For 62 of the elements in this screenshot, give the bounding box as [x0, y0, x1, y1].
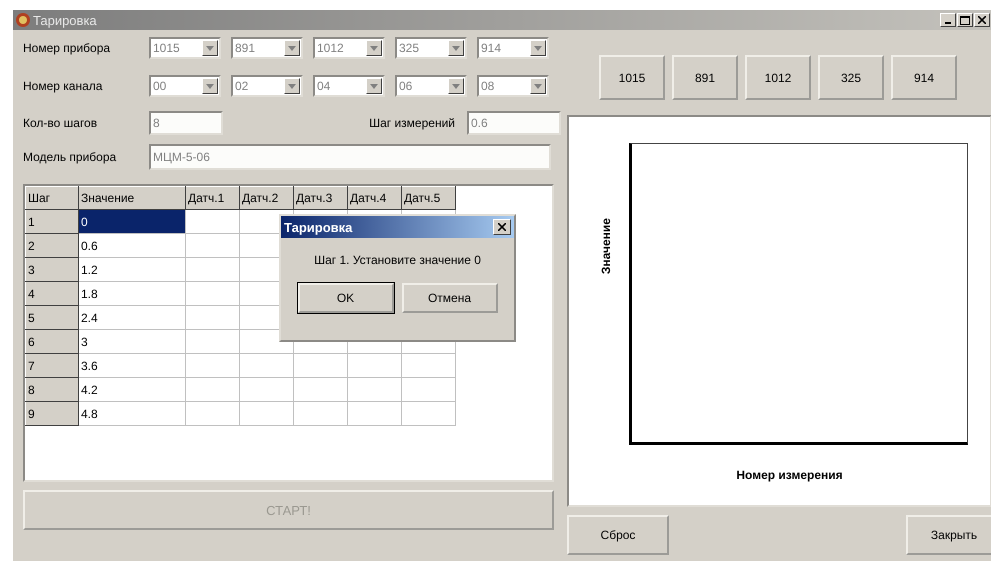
dropdown[interactable]: 08 [477, 75, 549, 97]
maximize-icon [960, 16, 970, 24]
field-label: Номер прибора [23, 41, 112, 55]
dropdown[interactable]: 891 [231, 37, 303, 59]
column-header[interactable]: Датч.2 [240, 186, 294, 210]
close-button[interactable] [974, 13, 990, 27]
device-button[interactable]: 1012 [745, 55, 811, 100]
field-label: Шаг измерений [369, 116, 455, 130]
table-cell[interactable]: 0.6 [78, 234, 186, 258]
device-button[interactable]: 914 [891, 55, 957, 100]
table-cell[interactable]: 1.8 [78, 282, 186, 306]
close-button[interactable]: Закрыть [906, 515, 991, 555]
row-header: 6 [26, 330, 78, 354]
dialog-title: Тарировка [284, 220, 352, 234]
dropdown[interactable]: 06 [395, 75, 467, 97]
device-button[interactable]: 325 [818, 55, 884, 100]
column-header[interactable]: Датч.5 [402, 186, 456, 210]
column-header[interactable]: Шаг [26, 186, 78, 210]
field-label: Модель прибора [23, 150, 118, 164]
column-header[interactable]: Датч.4 [348, 186, 402, 210]
row-header: 9 [26, 402, 78, 426]
row-header: 7 [26, 354, 78, 378]
minimize-button[interactable] [940, 13, 956, 27]
dropdown[interactable]: 325 [395, 37, 467, 59]
row-header: 3 [26, 258, 78, 282]
dialog-message: Шаг 1. Установите значение 0 [313, 253, 482, 267]
x-axis-label: Номер измерения [736, 468, 843, 482]
dropdown[interactable]: 1012 [313, 37, 385, 59]
dropdown[interactable]: 1015 [149, 37, 221, 59]
window-title: Тарировка [33, 12, 98, 28]
table-cell[interactable]: 3.6 [78, 354, 186, 378]
table-cell[interactable]: 4.8 [78, 402, 186, 426]
dropdown[interactable]: 04 [313, 75, 385, 97]
row-header: 4 [26, 282, 78, 306]
reset-button[interactable]: Сброс [567, 515, 669, 555]
dialog-button[interactable]: OK [298, 283, 394, 313]
table-cell[interactable]: 2.4 [78, 306, 186, 330]
close-icon [498, 223, 506, 231]
dropdown[interactable]: 914 [477, 37, 549, 59]
app-icon [15, 12, 31, 28]
field-label: Номер канала [23, 79, 104, 93]
table-cell[interactable]: 4.2 [78, 378, 186, 402]
table-cell[interactable]: 0 [78, 210, 186, 234]
dialog-button[interactable]: Отмена [402, 283, 498, 313]
column-header[interactable]: Датч.3 [294, 186, 348, 210]
close-icon [978, 16, 986, 24]
device-button[interactable]: 891 [672, 55, 738, 100]
maximize-button[interactable] [957, 13, 973, 27]
device-button[interactable]: 1015 [599, 55, 665, 100]
field-label: Кол-во шагов [23, 116, 98, 130]
column-header[interactable]: Значение [78, 186, 186, 210]
y-axis-label: Значение [599, 218, 613, 274]
close-button[interactable] [493, 219, 511, 235]
dropdown[interactable]: 00 [149, 75, 221, 97]
row-header: 5 [26, 306, 78, 330]
row-header: 1 [26, 210, 78, 234]
dropdown[interactable]: 02 [231, 75, 303, 97]
row-header: 8 [26, 378, 78, 402]
table-cell[interactable]: 3 [78, 330, 186, 354]
column-header[interactable]: Датч.1 [186, 186, 240, 210]
row-header: 2 [26, 234, 78, 258]
table-cell[interactable]: 1.2 [78, 258, 186, 282]
